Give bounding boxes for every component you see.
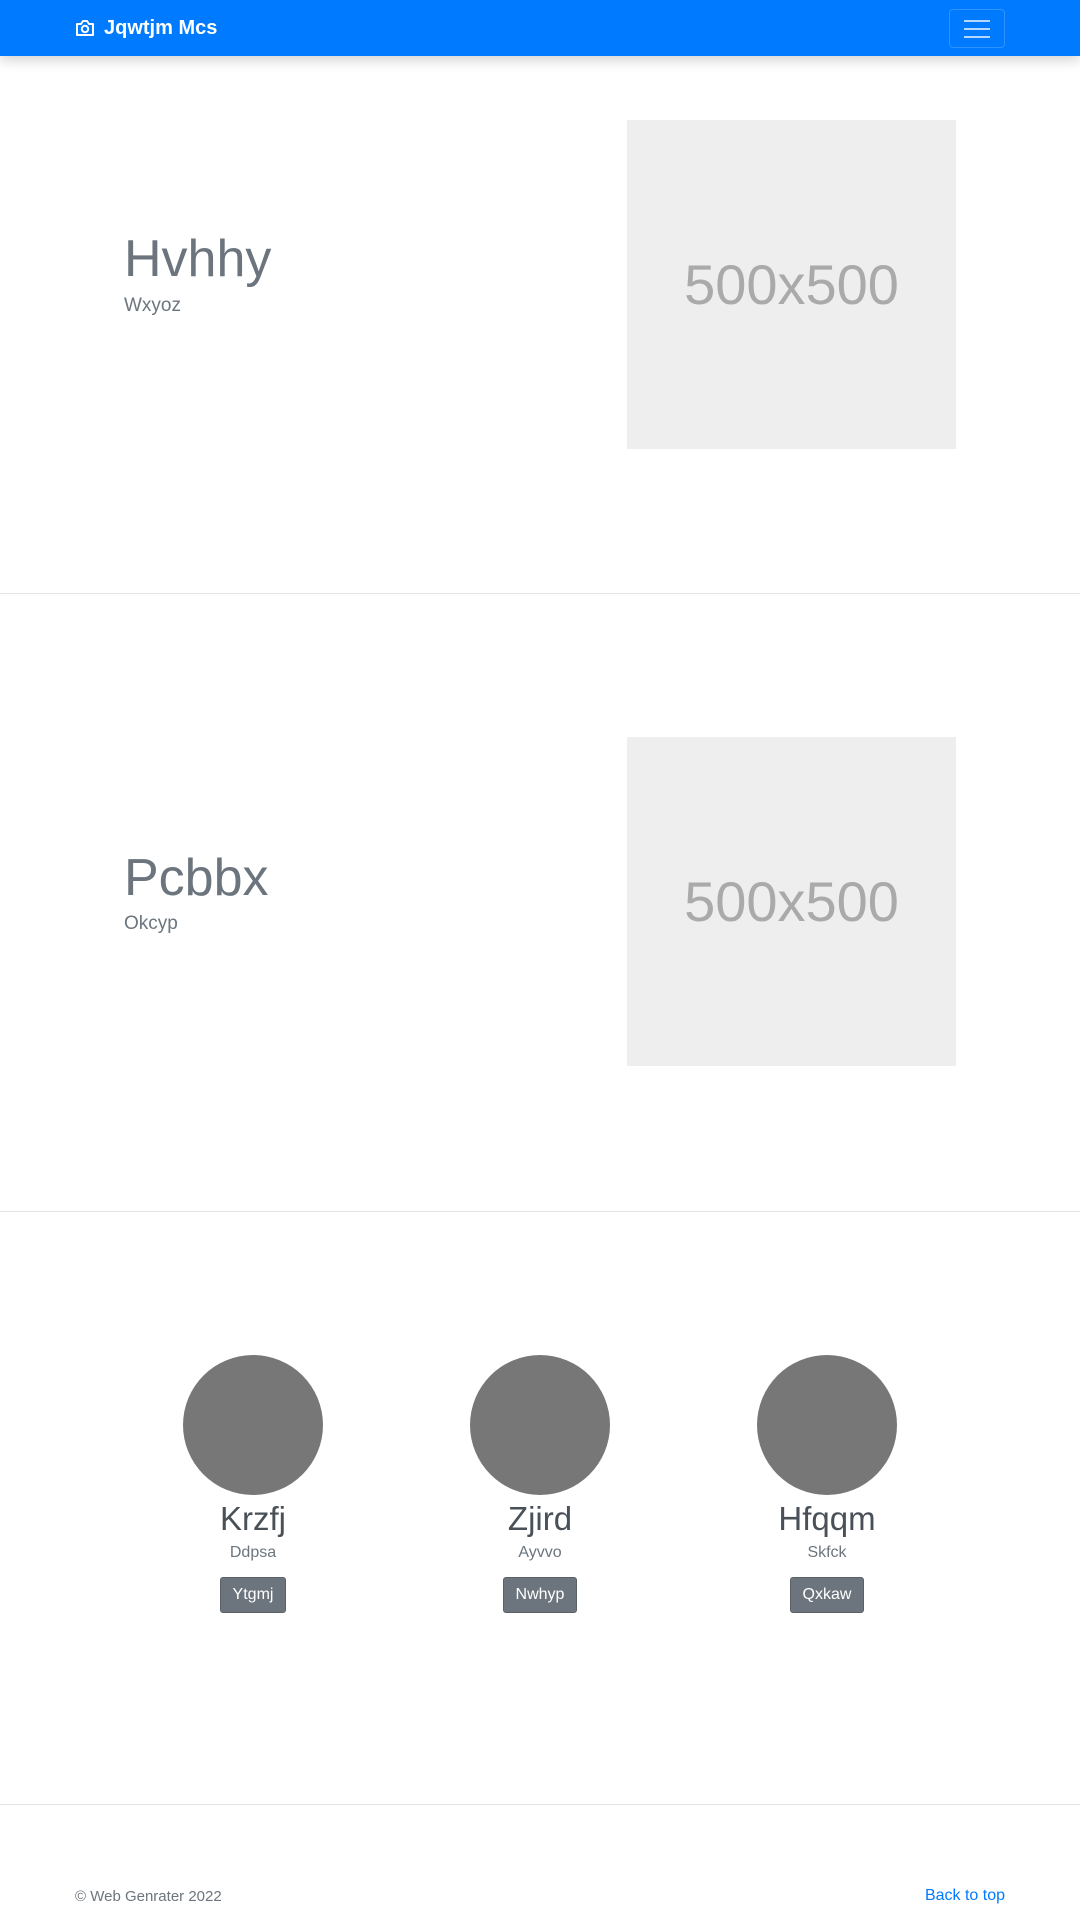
brand-link[interactable]: Jqwtjm Mcs <box>75 0 217 56</box>
team-member-card: Hfqqm Skfck Qxkaw <box>717 1355 937 1613</box>
feature-image-placeholder: 500x500 <box>627 120 956 449</box>
feature-section-1: Hvhhy Wxyoz 500x500 <box>0 56 1080 594</box>
footer: © Web Genrater 2022 Back to top <box>0 1805 1080 1910</box>
menu-icon <box>964 19 990 39</box>
member-role: Ddpsa <box>229 1543 277 1561</box>
member-name: Zjird <box>507 1500 573 1537</box>
navbar-toggler-button[interactable] <box>949 9 1005 48</box>
avatar <box>757 1355 897 1495</box>
placeholder-label: 500x500 <box>684 253 899 316</box>
feature-section-2: Pcbbx Okcyp 500x500 <box>0 594 1080 1212</box>
feature-subheading: Okcyp <box>124 913 178 934</box>
feature-heading: Pcbbx <box>124 849 269 907</box>
team-member-card: Krzfj Ddpsa Ytgmj <box>143 1355 363 1613</box>
brand-name: Jqwtjm Mcs <box>104 16 218 39</box>
feature-heading: Hvhhy <box>124 230 272 288</box>
member-role: Ayvvo <box>518 1543 562 1561</box>
navbar: Jqwtjm Mcs <box>0 0 1080 56</box>
avatar <box>470 1355 610 1495</box>
feature-subheading: Wxyoz <box>124 295 181 316</box>
placeholder-label: 500x500 <box>684 870 899 933</box>
member-button[interactable]: Nwhyp <box>502 1576 578 1613</box>
team-section: Krzfj Ddpsa Ytgmj Zjird Ayvvo Nwhyp Hfqq… <box>0 1212 1080 1805</box>
member-name: Krzfj <box>220 1500 286 1537</box>
back-to-top-link[interactable]: Back to top <box>925 1887 1005 1905</box>
feature-image-placeholder: 500x500 <box>627 737 956 1066</box>
camera-icon <box>75 19 95 37</box>
member-name: Hfqqm <box>778 1500 876 1537</box>
avatar <box>183 1355 323 1495</box>
member-role: Skfck <box>807 1543 847 1561</box>
team-member-card: Zjird Ayvvo Nwhyp <box>430 1355 650 1613</box>
member-button[interactable]: Ytgmj <box>219 1576 287 1613</box>
copyright-text: © Web Genrater 2022 <box>75 1888 222 1905</box>
member-button[interactable]: Qxkaw <box>789 1576 865 1613</box>
